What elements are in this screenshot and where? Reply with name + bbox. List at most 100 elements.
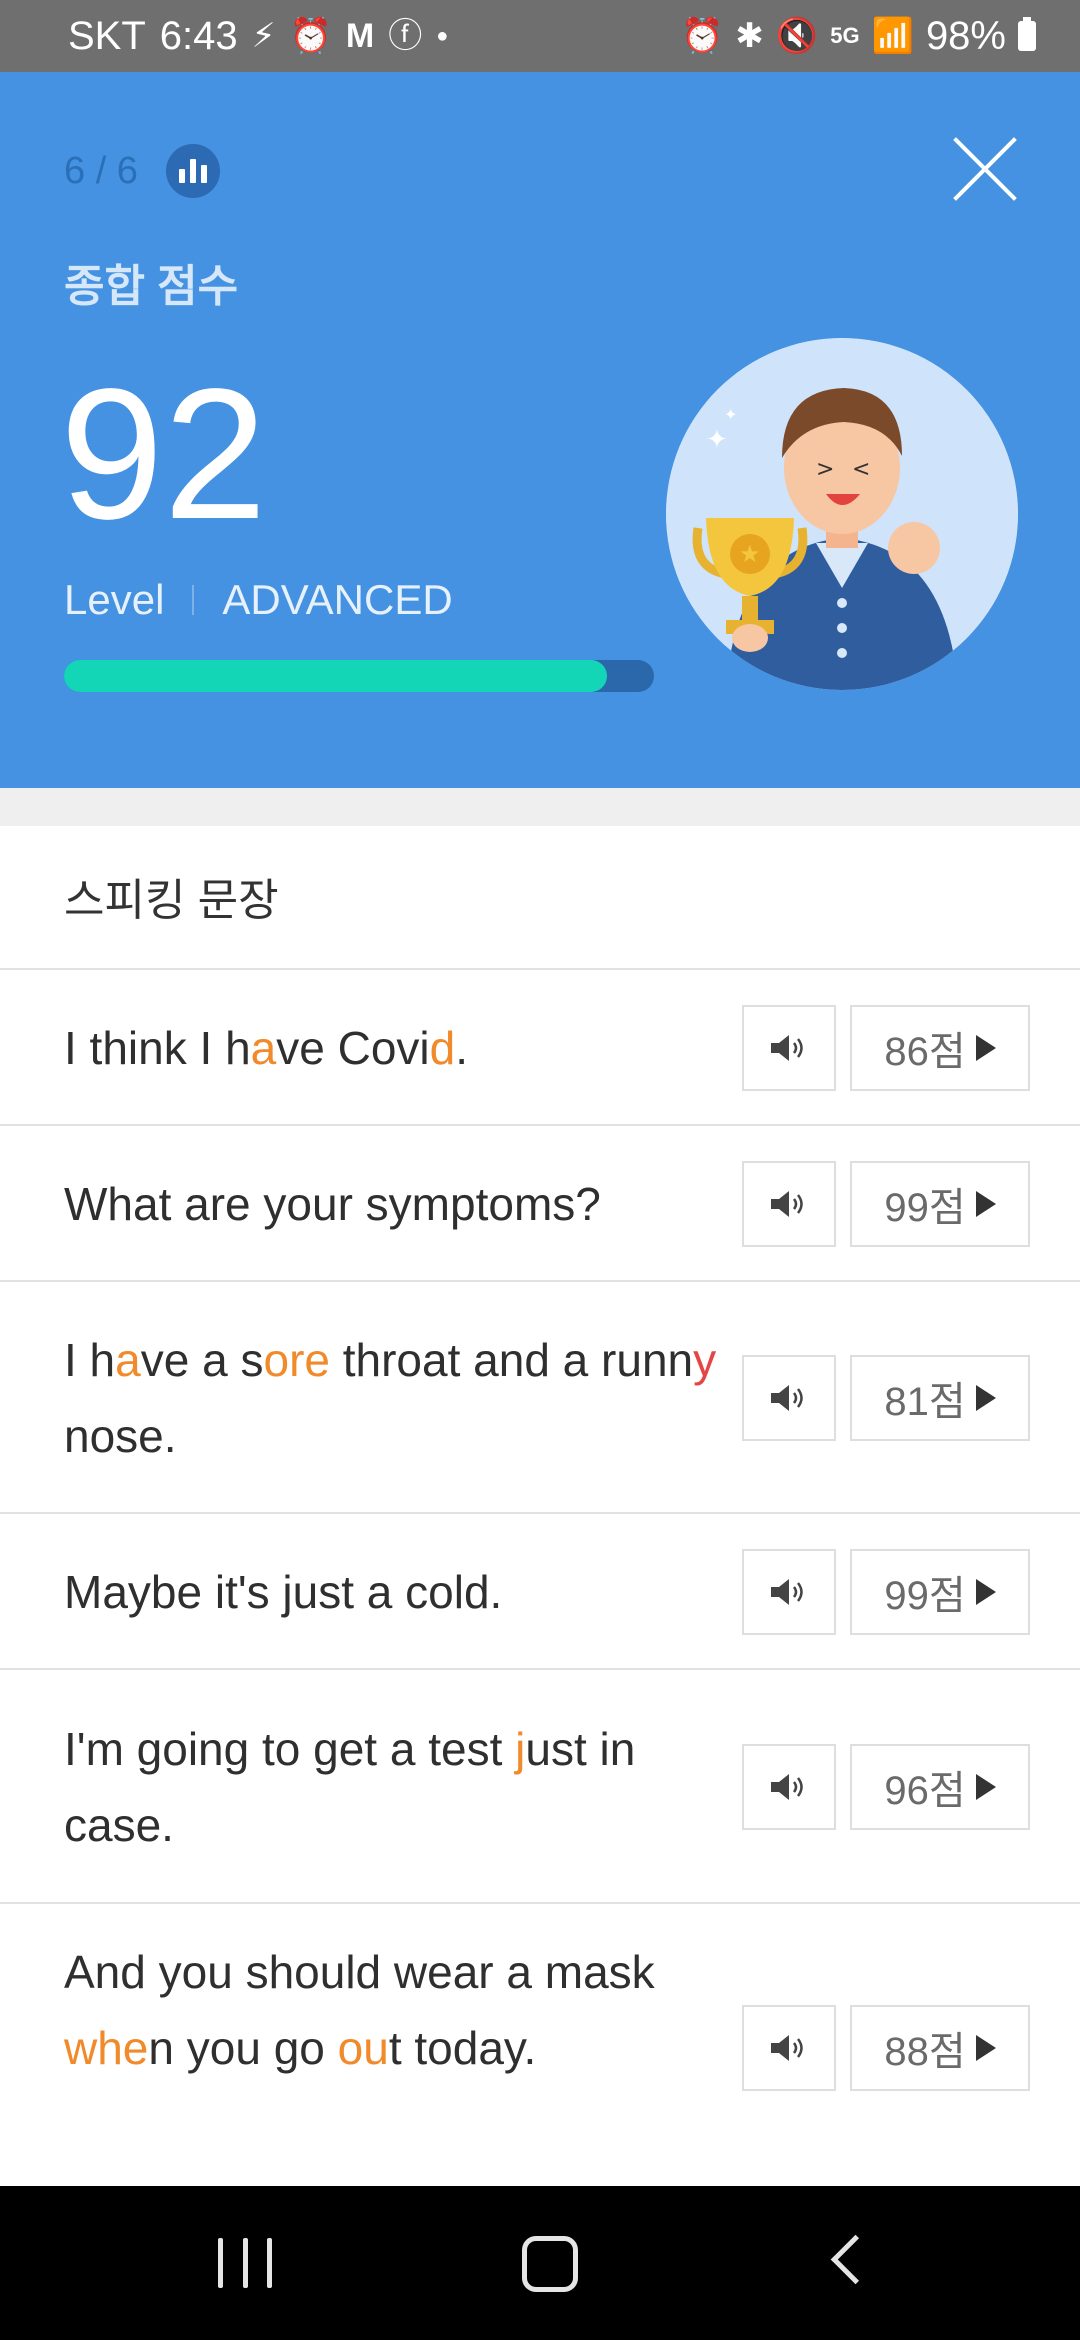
sentence-row: Maybe it's just a cold. 99점 — [0, 1512, 1080, 1668]
sentence-segment: What are your symptoms? — [64, 1178, 601, 1230]
sentence-row: What are your symptoms? 99점 — [0, 1124, 1080, 1280]
sentence-segment: ve a s — [140, 1334, 264, 1386]
sentence-row: And you should wear a mask when you go o… — [0, 1902, 1080, 2190]
play-recording-score-button[interactable]: 81점 — [850, 1355, 1030, 1441]
battery-percent: 98% — [925, 13, 1006, 58]
alarm-icon: ⏰ — [289, 17, 332, 55]
level-progress-bar — [64, 660, 654, 692]
play-recording-score-button[interactable]: 99점 — [850, 1161, 1030, 1247]
play-recording-score-button[interactable]: 88점 — [850, 2005, 1030, 2091]
sentence-text: I'm going to get a test just in case. — [64, 1711, 724, 1863]
sentence-score: 99점 — [884, 1186, 966, 1230]
level-progress-fill — [64, 660, 607, 692]
flash-off-icon: ⚡ — [251, 17, 276, 55]
mispronounced-segment: a — [115, 1334, 141, 1386]
mispronounced-segment: ore — [263, 1334, 330, 1386]
mispronounced-segment: a — [250, 1022, 277, 1074]
play-native-audio-button[interactable] — [742, 1161, 836, 1247]
alarm-icon: ⏰ — [681, 17, 724, 55]
sentence-segment: n you go — [148, 2022, 338, 2074]
total-score-label: 종합 점수 — [64, 262, 239, 311]
sentence-segment: I'm going to get a test — [64, 1723, 516, 1775]
back-icon[interactable] — [830, 2234, 881, 2285]
level-divider — [192, 585, 195, 615]
sentence-score: 81점 — [884, 1380, 966, 1424]
mispronounced-segment: d — [429, 1022, 456, 1074]
sentence-segment: t today. — [388, 2022, 537, 2074]
sentence-segment: throat and a runn — [329, 1334, 694, 1386]
bar-chart-icon[interactable] — [166, 144, 220, 198]
play-native-audio-button[interactable] — [742, 1744, 836, 1830]
play-icon — [975, 1579, 996, 1605]
close-icon[interactable] — [950, 134, 1020, 204]
svg-text:★: ★ — [739, 540, 761, 568]
speaker-icon — [771, 1385, 803, 1411]
signal-icon: 📶 — [871, 17, 914, 55]
speaker-icon — [771, 1191, 803, 1217]
svg-text:✦: ✦ — [724, 405, 737, 424]
mispronounced-segment: ou — [337, 2022, 389, 2074]
gmail-icon: M — [345, 17, 375, 55]
facebook-icon: ⓕ — [388, 17, 423, 55]
sentence-segment: nose. — [64, 1410, 177, 1462]
play-native-audio-button[interactable] — [742, 2005, 836, 2091]
sentence-row: I have a sore throat and a runny nose. 81… — [0, 1280, 1080, 1512]
svg-text:>: > — [816, 457, 834, 482]
status-bar-right: ⏰ ✱ 🔇 5G 📶 98% — [681, 0, 1036, 72]
score-header: 6 / 6 종합 점수 92 Level ADVANCED > < ★ ✦ ✦ — [0, 72, 1080, 788]
status-bar-left: SKT 6:43 ⚡ ⏰ M ⓕ ● — [68, 0, 448, 72]
trophy-avatar-illustration: > < ★ ✦ ✦ — [666, 338, 1018, 690]
section-title: 스피킹 문장 — [64, 876, 279, 925]
play-icon — [975, 1191, 996, 1217]
play-native-audio-button[interactable] — [742, 1005, 836, 1091]
dot-icon: ● — [436, 25, 449, 47]
5g-icon: 5G — [830, 23, 860, 48]
home-icon[interactable] — [522, 2236, 578, 2292]
mute-icon: 🔇 — [775, 17, 819, 55]
sentence-segment: ve Covi — [276, 1022, 430, 1074]
play-recording-score-button[interactable]: 99점 — [850, 1549, 1030, 1635]
total-score: 92 — [60, 351, 267, 558]
carrier-label: SKT — [68, 13, 146, 58]
mispronounced-segment: whe — [64, 2022, 149, 2074]
sentence-segment: . — [455, 1022, 469, 1074]
sentence-segment: Maybe it's just a cold. — [64, 1566, 503, 1618]
sentence-segment: I think I h — [64, 1022, 251, 1074]
play-recording-score-button[interactable]: 96점 — [850, 1744, 1030, 1830]
section-divider — [0, 788, 1080, 826]
sentence-text: Maybe it's just a cold. — [64, 1554, 724, 1630]
svg-text:✦: ✦ — [706, 425, 728, 455]
sentence-segment: I h — [64, 1334, 116, 1386]
speaker-icon — [771, 1579, 803, 1605]
sentence-score: 99점 — [884, 1574, 966, 1618]
status-bar: SKT 6:43 ⚡ ⏰ M ⓕ ● ⏰ ✱ 🔇 5G 📶 98% — [0, 0, 1080, 72]
play-icon — [975, 1774, 996, 1800]
bluetooth-icon: ✱ — [735, 17, 764, 55]
progress-counter: 6 / 6 — [64, 150, 138, 192]
level-value: ADVANCED — [222, 576, 453, 623]
play-icon — [975, 1035, 996, 1061]
level-row: Level ADVANCED — [64, 576, 453, 624]
play-icon — [975, 2035, 996, 2061]
play-recording-score-button[interactable]: 86점 — [850, 1005, 1030, 1091]
play-icon — [975, 1385, 996, 1411]
sentence-score: 96점 — [884, 1769, 966, 1813]
speaker-icon — [771, 2035, 803, 2061]
svg-text:<: < — [852, 457, 870, 482]
mispronounced-segment: j — [515, 1723, 526, 1775]
speaker-icon — [771, 1035, 803, 1061]
sentence-row: I'm going to get a test just in case. 96점 — [0, 1668, 1080, 1902]
sentence-segment: And you should wear a mask — [64, 1946, 655, 1998]
sentence-row: I think I have Covid. 86점 — [0, 968, 1080, 1124]
mispronounced-segment: y — [693, 1334, 717, 1386]
play-native-audio-button[interactable] — [742, 1549, 836, 1635]
sentence-text: What are your symptoms? — [64, 1166, 724, 1242]
battery-icon — [1018, 17, 1036, 51]
play-native-audio-button[interactable] — [742, 1355, 836, 1441]
sentence-score: 86점 — [884, 1030, 966, 1074]
sentence-text: And you should wear a mask when you go o… — [64, 1934, 724, 2086]
sentence-text: I have a sore throat and a runny nose. — [64, 1322, 724, 1474]
sentence-score: 88점 — [884, 2030, 966, 2074]
system-nav-bar — [0, 2186, 1080, 2340]
recent-apps-icon[interactable] — [218, 2238, 272, 2288]
